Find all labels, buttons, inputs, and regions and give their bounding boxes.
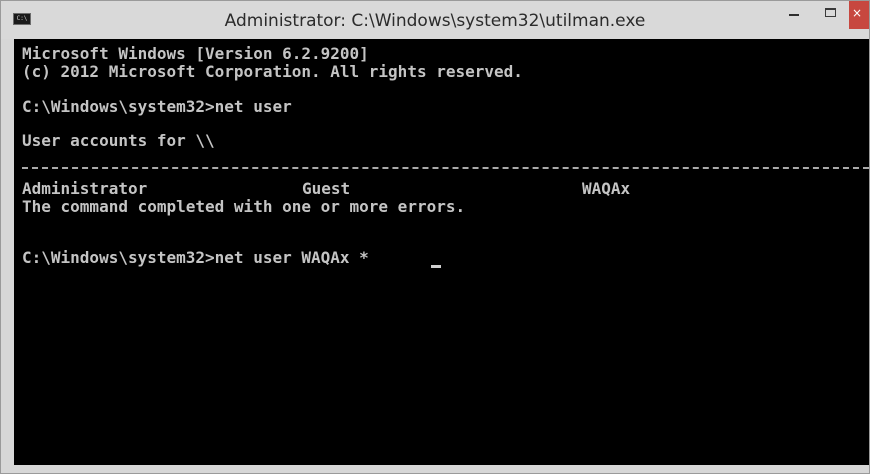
console-line-prompt-net-user: C:\Windows\system32>net user [22, 97, 292, 116]
console-line-command-result: The command completed with one or more e… [22, 197, 466, 216]
window-title: Administrator: C:\Windows\system32\utilm… [224, 11, 646, 31]
account-guest: Guest [302, 179, 351, 198]
minimize-button[interactable] [779, 1, 809, 25]
close-icon: × [852, 6, 863, 20]
account-administrator: Administrator [22, 179, 148, 198]
maximize-button[interactable] [816, 1, 846, 25]
minimize-icon [789, 14, 799, 16]
title-bar[interactable]: C:\ Administrator: C:\Windows\system32\u… [1, 1, 869, 39]
maximize-icon [825, 8, 836, 17]
console-separator [22, 167, 869, 169]
console-window: C:\ Administrator: C:\Windows\system32\u… [0, 0, 870, 474]
text-cursor [431, 265, 441, 268]
console-output[interactable]: Microsoft Windows [Version 6.2.9200] (c)… [14, 39, 869, 465]
console-line-accounts-header: User accounts for \\ [22, 131, 215, 150]
console-line-current-command: C:\Windows\system32>net user WAQAx * [22, 248, 369, 267]
console-line-version: Microsoft Windows [Version 6.2.9200] [22, 44, 369, 63]
console-line-copyright: (c) 2012 Microsoft Corporation. All righ… [22, 62, 523, 81]
account-waqax: WAQAx [582, 179, 631, 198]
close-button[interactable]: × [849, 1, 869, 29]
